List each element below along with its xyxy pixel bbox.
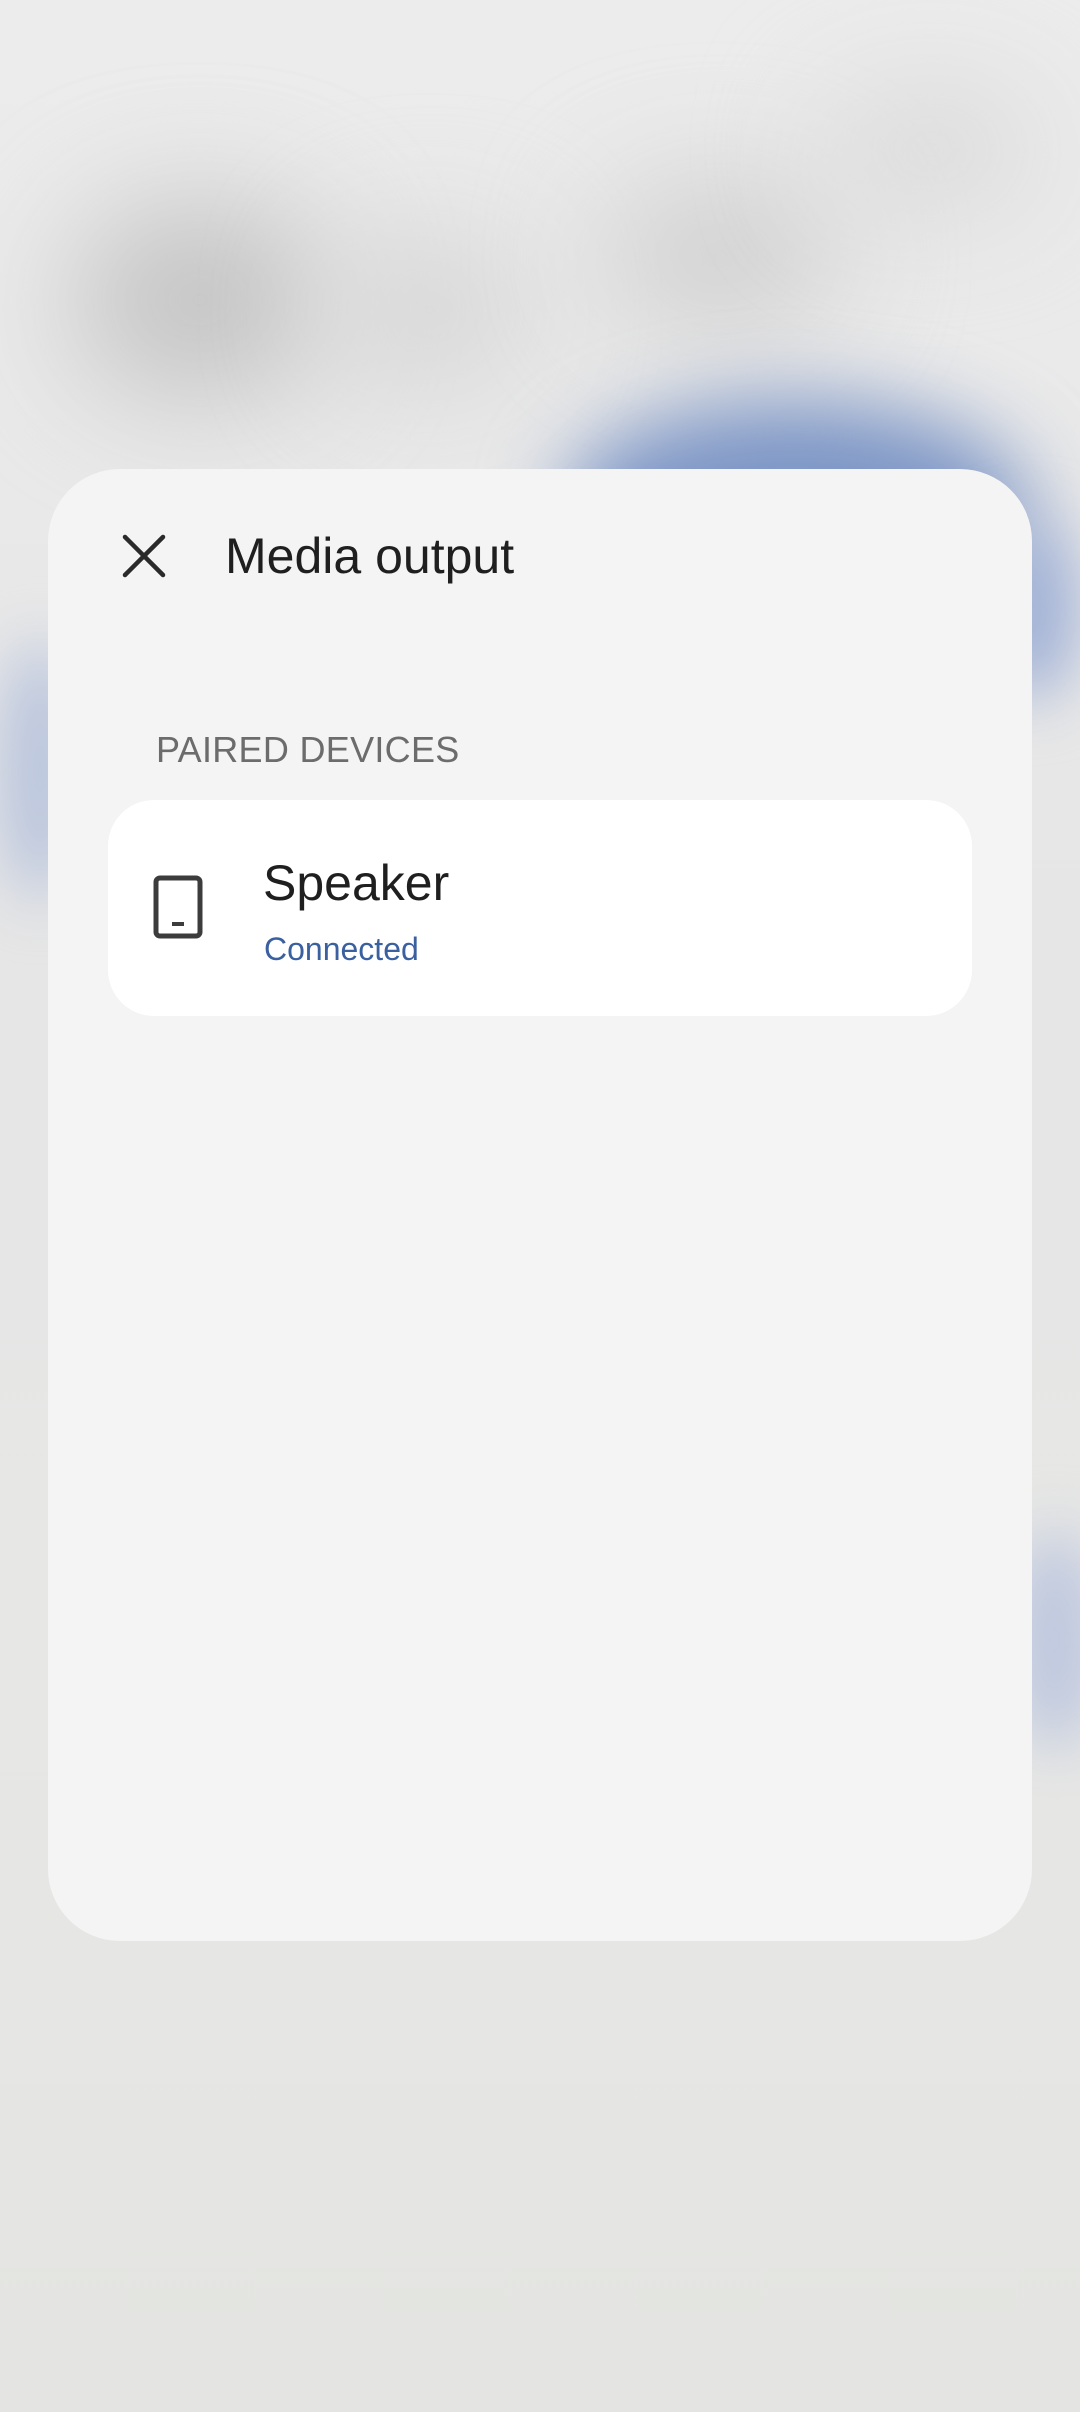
device-status: Connected bbox=[264, 931, 419, 967]
background-blur-shape bbox=[330, 230, 530, 390]
device-item-speaker[interactable]: Speaker Connected bbox=[108, 800, 972, 1016]
background-blur-shape bbox=[820, 90, 1040, 210]
background-blur-shape bbox=[600, 180, 840, 330]
phone-speaker-icon bbox=[153, 875, 203, 939]
media-output-sheet: Media output PAIRED DEVICES Speaker Conn… bbox=[48, 469, 1032, 1941]
paired-devices-header: PAIRED DEVICES bbox=[156, 729, 460, 770]
sheet-title: Media output bbox=[225, 528, 515, 584]
close-icon bbox=[122, 534, 166, 578]
background-blur-shape bbox=[70, 200, 330, 400]
close-button[interactable] bbox=[104, 516, 184, 596]
device-name: Speaker bbox=[263, 855, 450, 911]
